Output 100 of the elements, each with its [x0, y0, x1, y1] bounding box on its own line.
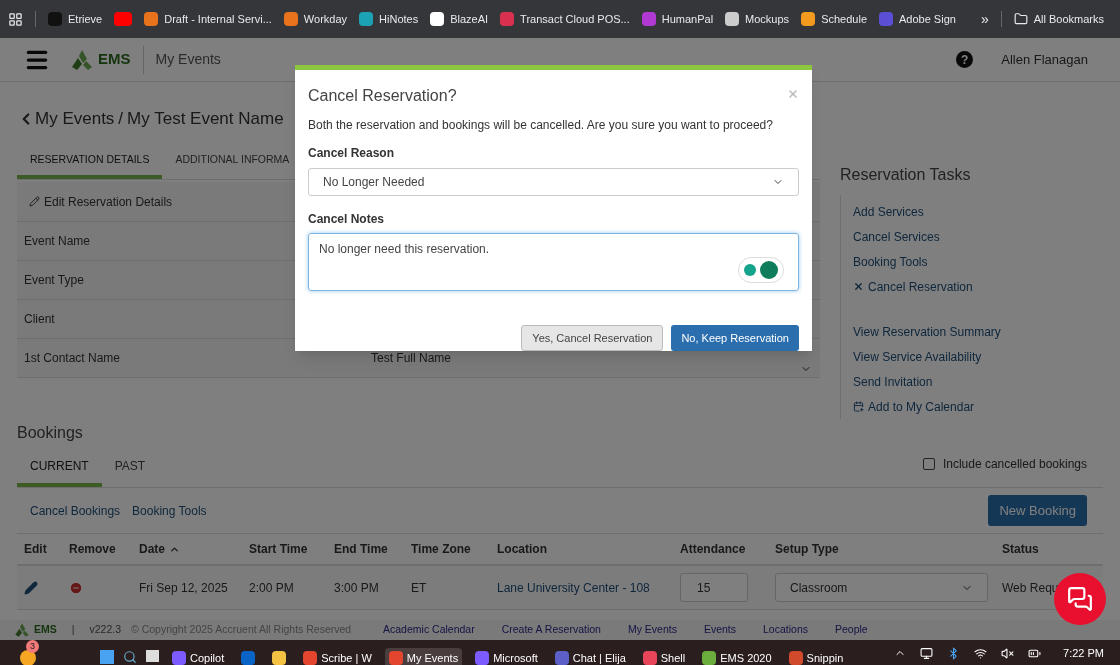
ems-logo-icon: [14, 623, 30, 637]
bookmark-icon: [725, 12, 740, 26]
confirm-cancel-button[interactable]: Yes, Cancel Reservation: [521, 325, 664, 351]
footer-link[interactable]: Create A Reservation: [501, 622, 601, 638]
location-link[interactable]: Lane University Center - 108: [497, 578, 680, 597]
breadcrumb-current: My Test Event Name: [127, 108, 284, 130]
folder-icon: [1013, 12, 1028, 26]
bookmark[interactable]: BlazeAI: [430, 10, 489, 28]
bookings-title: Bookings: [17, 423, 84, 443]
footer-link[interactable]: People: [835, 622, 868, 638]
taskbar-app[interactable]: My Events: [384, 648, 463, 665]
field-label: Cancel Notes: [308, 210, 386, 228]
detail-label: Event Type: [24, 272, 84, 290]
column-header[interactable]: Status: [1002, 540, 1039, 558]
cancel-notes-field[interactable]: No longer need this reservation.: [308, 232, 799, 291]
app-icon: [475, 650, 490, 665]
column-header[interactable]: Edit: [24, 540, 47, 558]
network-icon[interactable]: [974, 646, 988, 660]
clock[interactable]: 7:22 PM: [1063, 645, 1104, 662]
start-icon[interactable]: [100, 650, 114, 664]
detail-label: Client: [24, 311, 55, 329]
bookings-action-link[interactable]: Booking Tools: [132, 501, 207, 520]
writing-assistant-icon[interactable]: [738, 257, 784, 283]
bookmark[interactable]: [114, 12, 133, 26]
task-link[interactable]: View Service Availability: [853, 344, 1090, 369]
column-header[interactable]: Attendance: [680, 540, 746, 558]
task-link[interactable]: Send Invitation: [853, 369, 1090, 394]
breadcrumb-link[interactable]: My Events: [35, 106, 115, 132]
taskbar-app[interactable]: EMS 2020: [698, 648, 776, 665]
bookmark[interactable]: HumanPal: [641, 10, 714, 28]
more-bookmarks-button[interactable]: »: [980, 8, 989, 30]
footer-link[interactable]: Locations: [763, 622, 808, 638]
field-label: Cancel Reason: [308, 145, 396, 162]
bookmark[interactable]: HiNotes: [359, 10, 419, 28]
task-link[interactable]: Add to My Calendar: [853, 394, 1090, 419]
taskbar-app[interactable]: Snippin: [784, 648, 848, 665]
column-header[interactable]: Remove: [69, 540, 116, 558]
section-title: My Events: [155, 50, 221, 69]
edit-icon[interactable]: [24, 580, 38, 595]
bookmark-icon: [48, 12, 62, 26]
column-header[interactable]: Start Time: [249, 540, 308, 558]
bookings-action-link[interactable]: Cancel Bookings: [30, 501, 121, 520]
footer-link[interactable]: My Events: [627, 622, 677, 638]
checkbox[interactable]: [922, 458, 935, 470]
app-icon: [642, 650, 657, 665]
taskbar-app[interactable]: Shell: [638, 648, 690, 665]
remove-icon[interactable]: [69, 580, 83, 595]
column-header[interactable]: Setup Type: [775, 540, 839, 558]
version-text: v222.3: [89, 622, 122, 638]
display-icon[interactable]: [920, 646, 934, 660]
cancel-reason-select[interactable]: No Longer Needed: [308, 168, 799, 196]
notification-badge: 3: [26, 640, 39, 653]
footer-link[interactable]: Events: [703, 622, 737, 638]
footer-link[interactable]: Academic Calendar: [383, 622, 475, 638]
search-icon[interactable]: [123, 650, 137, 664]
bookmark[interactable]: Transact Cloud POS...: [500, 10, 630, 28]
app-icon: [241, 650, 256, 665]
task-link[interactable]: Cancel Reservation: [853, 274, 1090, 299]
all-bookmarks-button[interactable]: All Bookmarks: [1013, 10, 1112, 28]
app-logo-text: EMS: [98, 49, 131, 70]
column-header[interactable]: End Time: [334, 540, 388, 558]
help-icon[interactable]: ?: [956, 51, 974, 68]
taskbar-app[interactable]: Microsoft: [471, 648, 542, 665]
app-icon: [303, 650, 318, 665]
task-link[interactable]: View Reservation Summary: [853, 319, 1090, 344]
bookmark-icon: [801, 12, 816, 26]
modal-message: Both the reservation and bookings will be cancelled. Are you sure you want to proceed?: [308, 117, 774, 134]
footer-separator: |: [71, 622, 75, 638]
attendance-field[interactable]: 15: [680, 573, 748, 602]
tasks-title: Reservation Tasks: [840, 165, 972, 185]
detail-label: Event Name: [24, 233, 91, 251]
bookmark-icon: [641, 12, 656, 26]
column-header[interactable]: Location: [497, 540, 547, 558]
mute-icon[interactable]: [1001, 646, 1015, 660]
bookmark[interactable]: Mockups: [725, 10, 790, 28]
edit-details-link[interactable]: Edit Reservation Details: [29, 192, 173, 211]
bookmark[interactable]: Workday: [283, 10, 348, 28]
weather-icon[interactable]: [20, 650, 36, 665]
bookmark[interactable]: Schedule: [801, 10, 867, 28]
task-link[interactable]: Cancel Services: [853, 224, 1090, 249]
setup-type-select[interactable]: Classroom: [775, 573, 988, 602]
taskbar-app[interactable]: Chat | Elija: [550, 648, 630, 665]
task-link[interactable]: Booking Tools: [853, 249, 1090, 274]
taskbar-app[interactable]: Copilot: [168, 648, 229, 665]
app-icon: [788, 650, 803, 665]
new-booking-button[interactable]: New Booking: [988, 494, 1087, 527]
taskbar-app[interactable]: Scribe | W: [299, 648, 376, 665]
column-header[interactable]: Time Zone: [411, 540, 471, 558]
bookmark[interactable]: Draft - Internal Servi...: [144, 10, 272, 28]
bookmark[interactable]: Etrieve: [48, 10, 103, 28]
apps-icon[interactable]: [8, 11, 23, 27]
table-cell-text: 3:00 PM: [334, 579, 380, 597]
column-header[interactable]: Date: [139, 540, 180, 558]
tab[interactable]: CURRENT: [17, 453, 102, 487]
keep-reservation-button[interactable]: No, Keep Reservation: [671, 325, 799, 351]
pencil-icon: [29, 196, 40, 208]
user-name[interactable]: Allen Flanagan: [1001, 49, 1088, 70]
tab[interactable]: PAST: [101, 453, 159, 487]
bookmark[interactable]: Adobe Sign: [879, 10, 956, 28]
task-link[interactable]: Add Services: [853, 199, 1090, 224]
